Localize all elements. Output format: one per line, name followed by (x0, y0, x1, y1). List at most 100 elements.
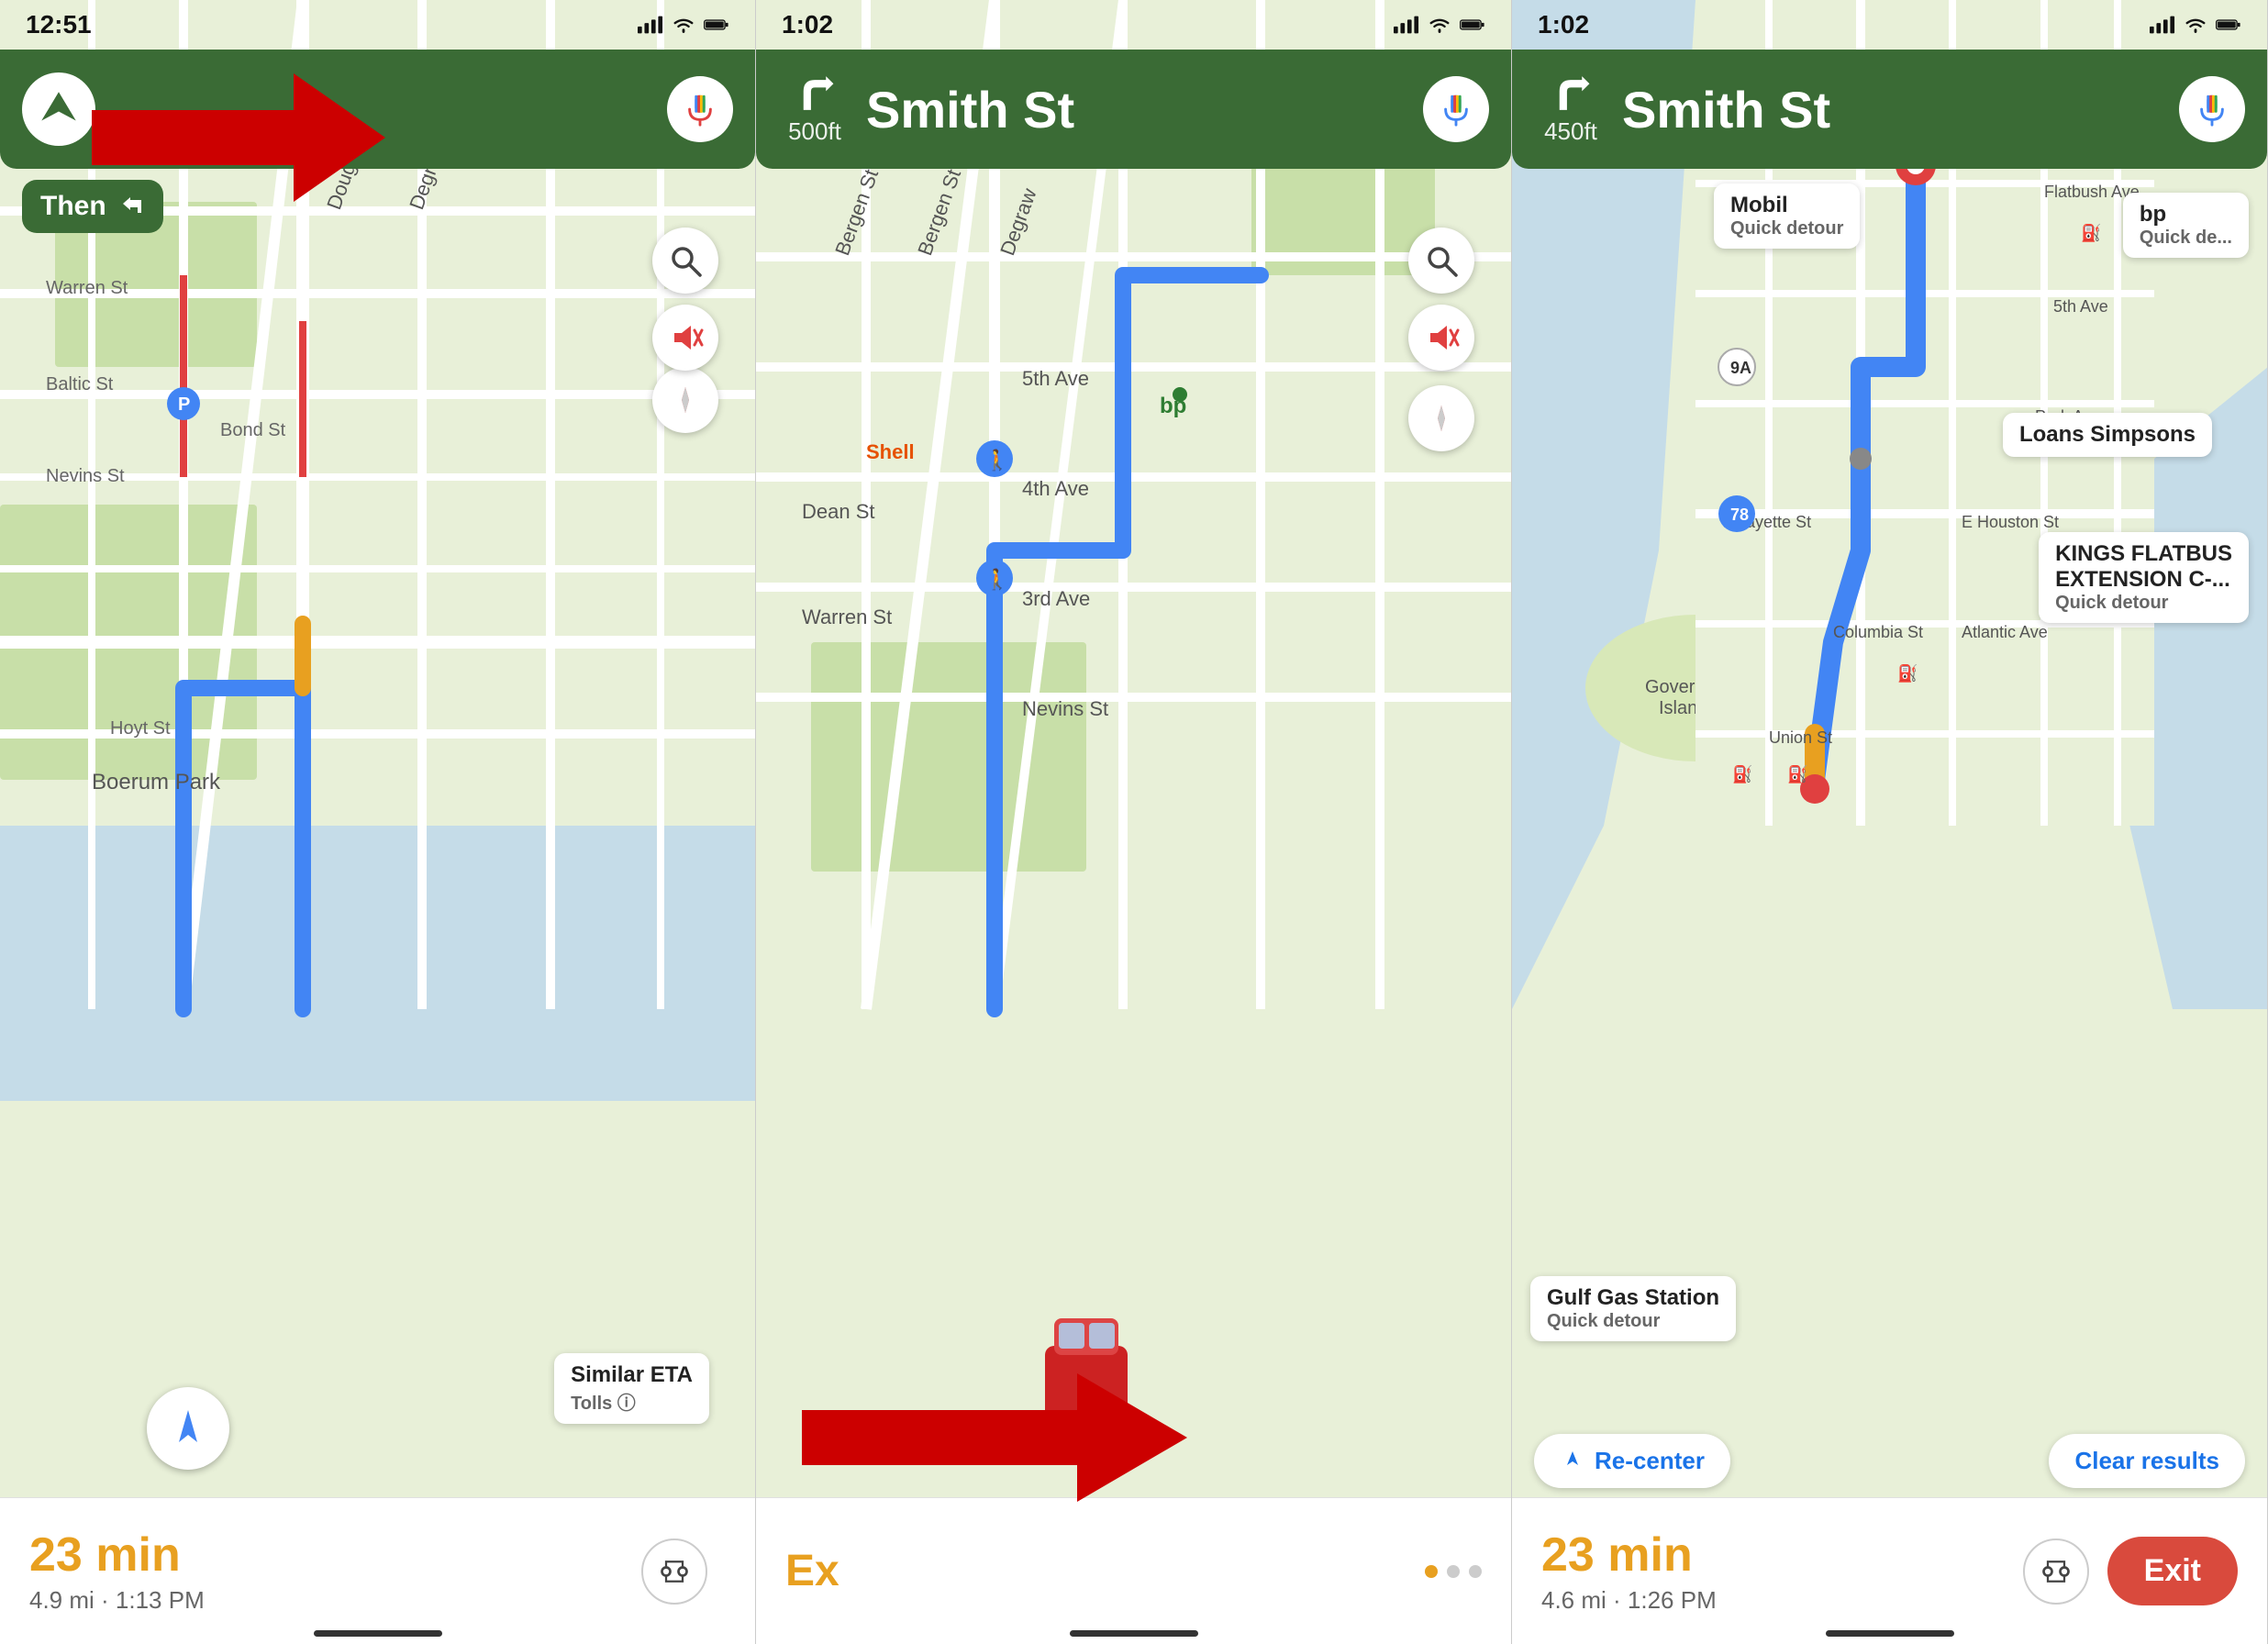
turn-icon-2: 500ft (778, 72, 851, 146)
svg-text:Shell: Shell (866, 440, 915, 463)
svg-text:Dean St: Dean St (802, 500, 875, 523)
svg-text:Warren St: Warren St (802, 605, 892, 628)
kings-callout: KINGS FLATBUSEXTENSION C-... Quick detou… (2039, 532, 2249, 623)
bottom-bar-3: 23 min 4.6 mi · 1:26 PM Exit (1512, 1497, 2267, 1644)
route-options-button-3[interactable] (2023, 1538, 2089, 1605)
exit-label: Exit (2144, 1553, 2201, 1588)
mic-icon-2 (1439, 92, 1473, 127)
loans-callout: Loans Simpsons (2003, 413, 2212, 457)
time-3: 1:02 (1538, 10, 1589, 39)
turn-right-arrow-icon-3 (1543, 72, 1598, 117)
red-arrow-1 (92, 46, 385, 234)
nav-distance-2: 500ft (788, 117, 841, 146)
nav-header-3: 450ft Smith St (1512, 50, 2267, 169)
nav-distance-3: 450ft (1544, 117, 1597, 146)
wifi-icon-3 (2183, 16, 2208, 34)
recenter-arrow-icon (1560, 1449, 1585, 1474)
mute-icon-1 (667, 319, 704, 356)
eta-time-1: 23 min (29, 1527, 641, 1583)
mute-button-2[interactable] (1408, 305, 1474, 371)
wifi-icon-1 (671, 16, 696, 34)
pagination-dots (1425, 1565, 1482, 1578)
clear-label: Clear results (2074, 1447, 2219, 1474)
eta-info-3: 23 min 4.6 mi · 1:26 PM (1541, 1527, 2023, 1615)
eta-info-2: Ex (785, 1546, 1425, 1596)
search-button-1[interactable] (652, 228, 718, 294)
map-action-buttons: Re-center Clear results (1512, 1434, 2267, 1488)
kings-title: KINGS FLATBUSEXTENSION C-... (2055, 541, 2232, 593)
svg-text:Nevins St: Nevins St (46, 466, 125, 486)
svg-text:⛽: ⛽ (1732, 764, 1752, 783)
svg-text:5th Ave: 5th Ave (1022, 367, 1089, 390)
bp-top-title: bp (2140, 202, 2232, 228)
time-1: 12:51 (26, 10, 92, 39)
panel-navigation-3: Governors Island (1512, 0, 2268, 1644)
mobil-title: Mobil (1730, 193, 1843, 218)
mic-button-3[interactable] (2179, 76, 2245, 142)
svg-text:⛽: ⛽ (1897, 663, 1918, 683)
svg-text:Baltic St: Baltic St (46, 374, 114, 394)
gulf-title: Gulf Gas Station (1547, 1285, 1719, 1311)
recenter-label: Re-center (1595, 1447, 1705, 1475)
panel-navigation-2: 5th Ave 4th Ave 3rd Ave Nevins St Warren… (756, 0, 1512, 1644)
nav-up-arrow (22, 72, 95, 146)
home-indicator-2 (1070, 1630, 1198, 1637)
nav-street-2: Smith St (851, 80, 1423, 139)
dot-1 (1425, 1565, 1438, 1578)
nav-header-2: 500ft Smith St (756, 50, 1511, 169)
loans-title: Loans Simpsons (2019, 422, 2196, 448)
time-2: 1:02 (782, 10, 833, 39)
route-options-button-1[interactable] (641, 1538, 707, 1605)
mic-icon-3 (2195, 92, 2229, 127)
eta-callout-title: Similar ETA (571, 1362, 693, 1388)
eta-sub-3: 4.6 mi · 1:26 PM (1541, 1586, 2023, 1615)
search-icon-2 (1423, 242, 1460, 279)
up-arrow-icon (36, 86, 82, 132)
status-bar-1: 12:51 (0, 0, 755, 50)
exit-button-3[interactable]: Exit (2107, 1537, 2238, 1605)
turn-icon-3: 450ft (1534, 72, 1607, 146)
clear-results-button[interactable]: Clear results (2049, 1434, 2245, 1488)
mobil-sub: Quick detour (1730, 218, 1843, 239)
bp-top-sub: Quick de... (2140, 228, 2232, 249)
compass-icon-2 (1423, 400, 1460, 437)
signal-icon-1 (638, 16, 663, 34)
compass-button-1[interactable] (652, 367, 718, 433)
svg-text:3rd Ave: 3rd Ave (1022, 587, 1090, 610)
recenter-button[interactable]: Re-center (1534, 1434, 1730, 1488)
panel-navigation-1: Baltic St Warren St Nevins St Bond St Ho… (0, 0, 756, 1644)
nav-street-3: Smith St (1607, 80, 2179, 139)
svg-text:9A: 9A (1730, 359, 1751, 377)
svg-text:Nevins St: Nevins St (1022, 697, 1108, 720)
mic-button-2[interactable] (1423, 76, 1489, 142)
dot-3 (1469, 1565, 1482, 1578)
svg-text:Boerum Park: Boerum Park (92, 770, 221, 794)
svg-text:Bond St: Bond St (220, 420, 286, 440)
signal-icon-2 (1394, 16, 1419, 34)
kings-sub: Quick detour (2055, 593, 2232, 614)
red-arrow-2 (802, 1346, 1187, 1534)
search-button-2[interactable] (1408, 228, 1474, 294)
home-indicator-3 (1826, 1630, 1954, 1637)
mute-icon-2 (1423, 319, 1460, 356)
battery-icon-3 (2216, 16, 2241, 34)
svg-text:Hoyt St: Hoyt St (110, 718, 171, 739)
eta-sub-1: 4.9 mi · 1:13 PM (29, 1586, 641, 1615)
svg-text:4th Ave: 4th Ave (1022, 477, 1089, 500)
svg-text:E Houston St: E Houston St (1962, 513, 2059, 531)
search-icon-1 (667, 242, 704, 279)
mic-button-1[interactable] (667, 76, 733, 142)
mobil-callout: Mobil Quick detour (1714, 183, 1860, 249)
route-options-icon-1 (658, 1555, 691, 1588)
compass-button-2[interactable] (1408, 385, 1474, 451)
home-indicator-1 (314, 1630, 442, 1637)
bottom-bar-1: 23 min 4.9 mi · 1:13 PM (0, 1497, 755, 1644)
signal-icon-3 (2150, 16, 2175, 34)
svg-text:⛽: ⛽ (2081, 223, 2101, 242)
eta-info-1: 23 min 4.9 mi · 1:13 PM (29, 1527, 641, 1615)
dot-2 (1447, 1565, 1460, 1578)
svg-text:Columbia St: Columbia St (1833, 623, 1923, 641)
mute-button-1[interactable] (652, 305, 718, 371)
bp-callout-top: bp Quick de... (2123, 193, 2249, 258)
mic-container-1 (667, 76, 733, 142)
